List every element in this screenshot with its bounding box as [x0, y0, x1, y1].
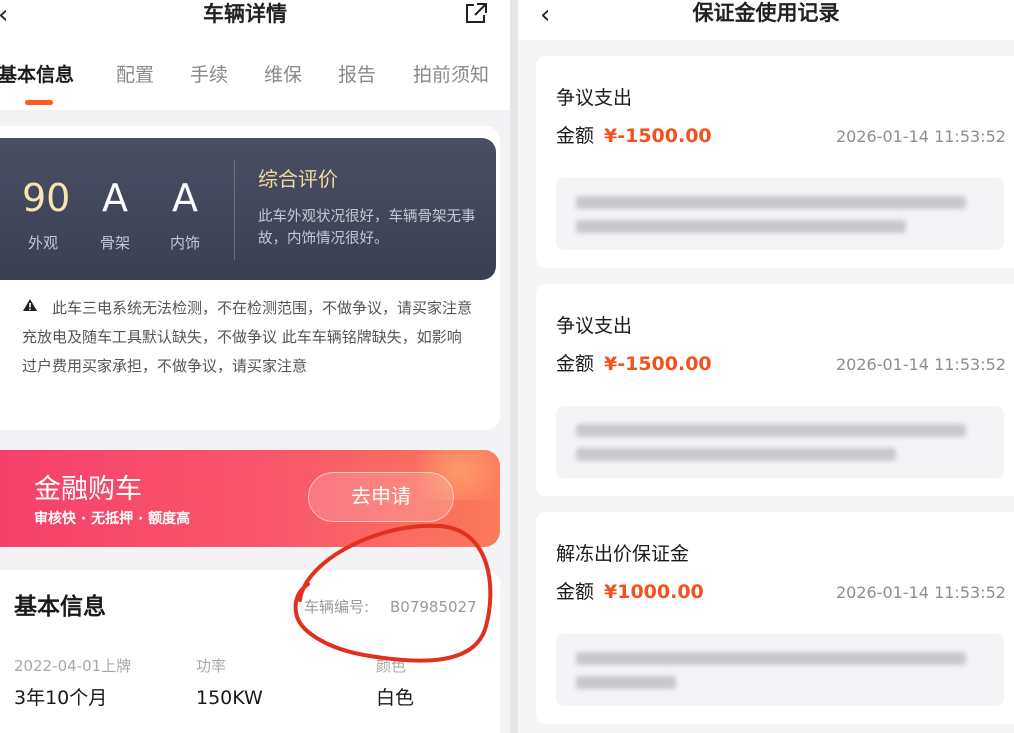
rating-card: 90 A A 外观 骨架 内饰 综合评价 此车外观状况很好，车辆骨架无事故，内饰… [0, 138, 496, 280]
vehicle-detail-screen: ‹ 车辆详情 基本信息 配置 手续 维保 报告 拍前须知 90 A A 外观 骨… [0, 0, 510, 733]
finance-subtitle: 审核快 · 无抵押 · 额度高 [34, 511, 191, 527]
rating-divider [234, 160, 235, 260]
basic-info-title: 基本信息 [14, 594, 106, 620]
color-label: 颜色 [376, 657, 407, 675]
power-value: 150KW [196, 687, 263, 709]
top-bar-right: ‹ 保证金使用记录 [518, 0, 1014, 40]
interior-score: A [172, 176, 198, 220]
amount-value: ¥1000.00 [604, 581, 704, 603]
finance-title: 金融购车 [34, 474, 142, 505]
top-bar: ‹ 车辆详情 [0, 0, 510, 46]
tab-procedures[interactable]: 手续 [190, 62, 228, 88]
tab-auction-notes[interactable]: 拍前须知 [413, 62, 489, 88]
record-time: 2026-01-14 11:53:52 [836, 127, 1006, 146]
blurred-text [576, 220, 906, 233]
frame-label: 骨架 [100, 234, 131, 252]
blurred-text [576, 196, 966, 209]
tab-config[interactable]: 配置 [116, 62, 154, 88]
color-value: 白色 [376, 687, 415, 709]
record-card: 解冻出价保证金 金额 ¥1000.00 2026-01-14 11:53:52 [536, 512, 1014, 724]
blurred-text [576, 676, 676, 689]
power-label: 功率 [196, 657, 227, 675]
record-title: 解冻出价保证金 [556, 543, 690, 565]
record-title: 争议支出 [556, 87, 633, 109]
tab-bar: 基本信息 配置 手续 维保 报告 拍前须知 [0, 46, 510, 110]
vehicle-age-value: 3年10个月 [14, 687, 108, 709]
record-note-blurred [556, 634, 1004, 706]
interior-label: 内饰 [170, 234, 201, 252]
records-title: 保证金使用记录 [692, 1, 840, 25]
registration-label: 2022-04-01上牌 [14, 657, 132, 675]
apply-button[interactable]: 去申请 [308, 472, 454, 522]
deposit-records-screen: ‹ 保证金使用记录 争议支出 金额 ¥-1500.00 2026-01-14 1… [518, 0, 1014, 733]
frame-score: A [102, 176, 128, 220]
tab-report[interactable]: 报告 [338, 62, 376, 88]
tab-basic-info[interactable]: 基本信息 [0, 62, 74, 88]
record-time: 2026-01-14 11:53:52 [836, 355, 1006, 374]
tab-maintenance[interactable]: 维保 [264, 62, 302, 88]
record-card: 争议支出 金额 ¥-1500.00 2026-01-14 11:53:52 [536, 284, 1014, 496]
record-time: 2026-01-14 11:53:52 [836, 583, 1006, 602]
amount-label: 金额 [556, 125, 595, 147]
overall-title: 综合评价 [258, 167, 338, 191]
amount-value: ¥-1500.00 [604, 125, 712, 147]
blurred-text [576, 652, 966, 665]
share-icon[interactable] [464, 2, 488, 24]
amount-value: ¥-1500.00 [604, 353, 712, 375]
active-tab-indicator [25, 100, 53, 105]
inspection-notice: 此车三电系统无法检测，不在检测范围，不做争议，请买家注意 充放电及随车工具默认缺… [22, 299, 473, 375]
finance-banner[interactable]: 金融购车 审核快 · 无抵押 · 额度高 去申请 [0, 450, 500, 547]
page-title: 车辆详情 [203, 2, 287, 26]
blurred-text [576, 448, 896, 461]
record-note-blurred [556, 406, 1004, 478]
exterior-score: 90 [22, 176, 71, 220]
blurred-text [576, 424, 966, 437]
panel-separator [510, 0, 518, 733]
overall-desc: 此车外观状况很好，车辆骨架无事故，内饰情况很好。 [258, 209, 476, 247]
record-title: 争议支出 [556, 315, 633, 337]
vehicle-no-value: B07985027 [390, 598, 477, 616]
exterior-label: 外观 [28, 234, 59, 252]
vehicle-no-label: 车辆编号: [304, 598, 370, 616]
record-note-blurred [556, 178, 1004, 250]
amount-label: 金额 [556, 353, 595, 375]
record-card: 争议支出 金额 ¥-1500.00 2026-01-14 11:53:52 [536, 56, 1014, 268]
amount-label: 金额 [556, 581, 595, 603]
